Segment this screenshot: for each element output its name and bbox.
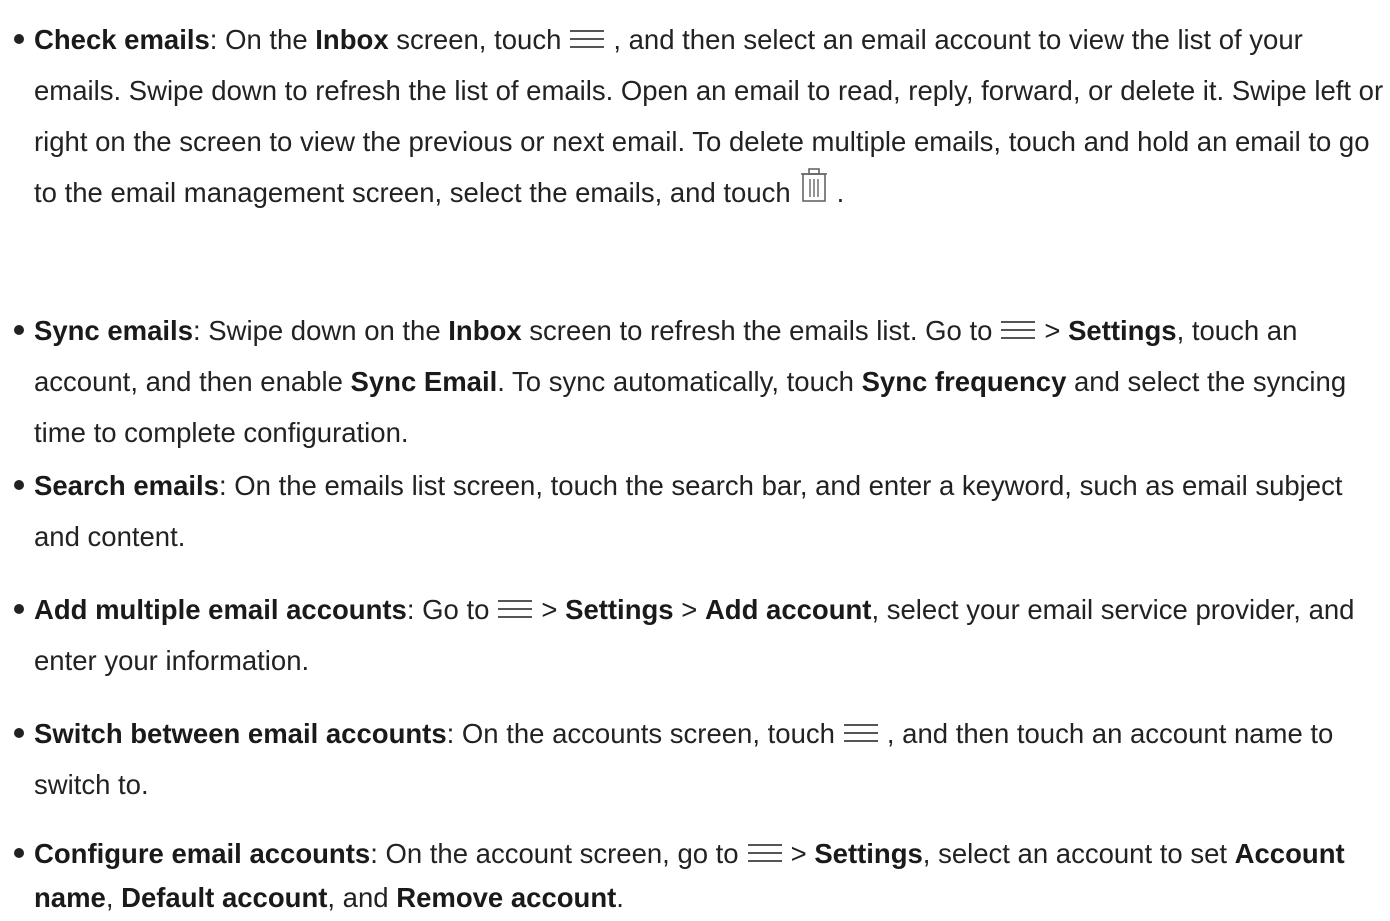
- item-title: Check emails: [34, 24, 210, 55]
- list-item-text: Sync emails: Swipe down on the Inbox scr…: [34, 305, 1384, 458]
- list-item-text: Add multiple email accounts: Go to > Sett…: [34, 584, 1384, 686]
- bullet-dot: [8, 708, 30, 759]
- item-title: Sync emails: [34, 315, 193, 346]
- list-item-search-emails: Search emails: On the emails list screen…: [8, 460, 1384, 562]
- bullet-dot: [8, 14, 30, 65]
- text-run: .: [836, 177, 845, 208]
- list-item-text: Configure email accounts: On the account…: [34, 832, 1384, 920]
- bullet-dot: [8, 584, 30, 635]
- item-title: Configure email accounts: [34, 838, 371, 869]
- text-run: .: [616, 882, 624, 913]
- text-run: , select an account to set: [922, 838, 1235, 869]
- list-item-text: Check emails: On the Inbox screen, touch…: [34, 14, 1384, 218]
- text-run: : Go to: [406, 594, 490, 625]
- item-title: Switch between email accounts: [34, 718, 447, 749]
- text-run: : On the emails list screen, touch the s…: [34, 470, 1343, 552]
- bullet-dot: [8, 460, 30, 511]
- text-run: >: [1044, 315, 1069, 346]
- document-page: Check emails: On the Inbox screen, touch…: [0, 0, 1390, 921]
- text-run: : On the: [209, 24, 316, 55]
- menu-icon: [747, 843, 783, 863]
- list-item-add-accounts: Add multiple email accounts: Go to > Sett…: [8, 584, 1384, 686]
- ui-term: Sync Email: [350, 366, 498, 397]
- ui-term: Settings: [565, 594, 674, 625]
- list-item-text: Search emails: On the emails list screen…: [34, 460, 1384, 562]
- bullet-dot: [8, 832, 30, 876]
- text-run: , and: [327, 882, 397, 913]
- menu-icon: [1000, 320, 1036, 340]
- menu-icon: [569, 29, 605, 49]
- list-item-switch-accounts: Switch between email accounts: On the ac…: [8, 708, 1384, 810]
- list-item-sync-emails: Sync emails: Swipe down on the Inbox scr…: [8, 305, 1384, 458]
- ui-term: Inbox: [315, 24, 389, 55]
- ui-term: Inbox: [448, 315, 522, 346]
- list-item-check-emails: Check emails: On the Inbox screen, touch…: [8, 14, 1384, 218]
- ui-term: Default account: [121, 882, 328, 913]
- ui-term: Settings: [1068, 315, 1177, 346]
- list-item-configure-accounts: Configure email accounts: On the account…: [8, 832, 1384, 920]
- menu-icon: [497, 599, 533, 619]
- menu-icon: [843, 723, 879, 743]
- ui-term: Remove account: [396, 882, 617, 913]
- trash-icon: [799, 168, 829, 202]
- text-run: : On the accounts screen, touch: [446, 718, 835, 749]
- text-run: >: [541, 594, 566, 625]
- ui-term: Settings: [814, 838, 923, 869]
- text-run: >: [673, 594, 705, 625]
- text-run: : On the account screen, go to: [370, 838, 739, 869]
- list-item-text: Switch between email accounts: On the ac…: [34, 708, 1384, 810]
- item-title: Search emails: [34, 470, 219, 501]
- bullet-dot: [8, 305, 30, 356]
- item-title: Add multiple email accounts: [34, 594, 407, 625]
- text-run: screen, touch: [388, 24, 562, 55]
- text-run: >: [790, 838, 815, 869]
- ui-term: Sync frequency: [861, 366, 1067, 397]
- text-run: : Swipe down on the: [192, 315, 449, 346]
- text-run: . To sync automatically, touch: [497, 366, 862, 397]
- ui-term: Add account: [704, 594, 872, 625]
- text-run: screen to refresh the emails list. Go to: [521, 315, 993, 346]
- text-run: ,: [105, 882, 122, 913]
